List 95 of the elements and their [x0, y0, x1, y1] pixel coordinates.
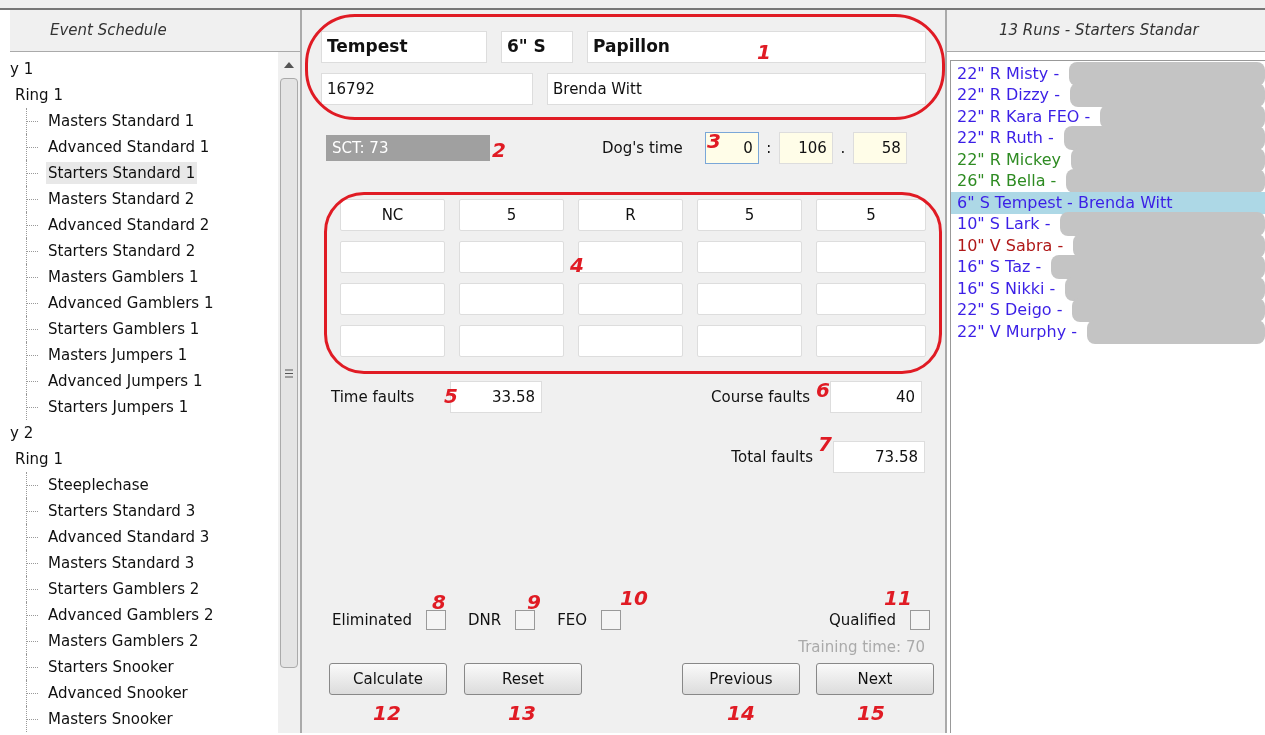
fault-cell[interactable]: [459, 241, 564, 273]
callout-number: 2: [492, 140, 506, 160]
seconds-field[interactable]: 106: [778, 132, 833, 164]
tree-item[interactable]: Advanced Standard 3: [46, 525, 212, 549]
panel-header: 13 Runs - Starters Standar: [947, 10, 1265, 52]
callout-number: 7: [818, 434, 832, 454]
tree-item[interactable]: Advanced Gamblers 2: [46, 603, 216, 627]
tree-item[interactable]: Starters Standard 2: [46, 239, 198, 263]
tree-item[interactable]: Advanced Standard 2: [46, 213, 212, 237]
tree-item[interactable]: Starters Standard 1: [46, 161, 198, 185]
sct-bar: SCT: 73: [326, 135, 490, 161]
separator: :: [765, 137, 773, 159]
fault-cell[interactable]: [340, 325, 445, 357]
scroll-up-icon[interactable]: [284, 62, 294, 68]
callout-number: 6: [816, 380, 830, 400]
tree-item[interactable]: Masters Standard 3: [46, 551, 197, 575]
tree-item[interactable]: Starters Standard 3: [46, 499, 198, 523]
callout-number: 4: [570, 255, 584, 275]
callout-number: 9: [527, 592, 541, 612]
field-label: Total faults: [731, 446, 813, 468]
tree-item[interactable]: Starters Gamblers 1: [46, 317, 202, 341]
fault-cell[interactable]: [697, 241, 802, 273]
tree-item[interactable]: Masters Standard 2: [46, 187, 197, 211]
fault-cell[interactable]: [459, 325, 564, 357]
selected-row[interactable]: 6" S Tempest - Brenda Witt: [951, 192, 1265, 214]
field-label: Time faults: [331, 386, 416, 408]
scrollbar[interactable]: [278, 52, 300, 733]
tree-item[interactable]: Masters Snooker: [46, 707, 175, 731]
fault-cell[interactable]: [459, 283, 564, 315]
fault-cell[interactable]: R: [578, 199, 683, 231]
field-label: Course faults: [711, 386, 810, 408]
fault-cell[interactable]: [816, 241, 926, 273]
dog-name-field[interactable]: Tempest: [321, 31, 487, 63]
checkbox-label: FEO: [557, 610, 588, 631]
fault-cell[interactable]: [578, 283, 683, 315]
fault-cell[interactable]: 5: [697, 199, 802, 231]
tree-item[interactable]: Steeplechase: [46, 473, 151, 497]
separator: .: [839, 137, 847, 159]
grip-icon: [285, 368, 293, 378]
tree-item[interactable]: Advanced Gamblers 1: [46, 291, 216, 315]
action-button[interactable]: Previous: [682, 663, 800, 695]
callout-number: 12: [373, 703, 401, 723]
tree-item[interactable]: Starters Jumpers 1: [46, 395, 191, 419]
tree-item[interactable]: Ring 1: [15, 447, 63, 471]
callout-number: 13: [508, 703, 536, 723]
height-class-field[interactable]: 6" S: [501, 31, 573, 63]
panel-header: Event Schedule: [10, 10, 300, 52]
tree-item[interactable]: Starters Snooker: [46, 655, 176, 679]
tree-item[interactable]: Starters Gamblers 2: [46, 577, 202, 601]
number-field[interactable]: 16792: [321, 73, 533, 105]
callout-number: 1: [757, 42, 771, 62]
tree-item[interactable]: Masters Gamblers 1: [46, 265, 201, 289]
action-button[interactable]: Reset: [464, 663, 582, 695]
fault-cell[interactable]: [697, 283, 802, 315]
checkbox[interactable]: [425, 610, 446, 631]
fault-cell[interactable]: 5: [816, 199, 926, 231]
run-entry[interactable]: 22" R Misty -: [951, 61, 1060, 86]
action-button[interactable]: Next: [816, 663, 934, 695]
fault-cell[interactable]: [816, 283, 926, 315]
fault-cell[interactable]: NC: [340, 199, 445, 231]
fault-cell[interactable]: [340, 241, 445, 273]
tree-item[interactable]: y 2: [10, 421, 34, 445]
callout-number: 8: [432, 592, 446, 612]
callout-number: 15: [857, 703, 885, 723]
tree-item[interactable]: Advanced Jumpers 1: [46, 369, 205, 393]
fault-cell[interactable]: [697, 325, 802, 357]
tree-item[interactable]: Masters Standard 1: [46, 109, 197, 133]
fault-cell[interactable]: [816, 325, 926, 357]
tree-item[interactable]: Advanced Standard 1: [46, 135, 212, 159]
checkbox[interactable]: [910, 610, 930, 631]
callout-number: 14: [727, 703, 755, 723]
fault-cell[interactable]: 5: [459, 199, 564, 231]
checkbox-label: Qualified: [828, 610, 896, 631]
handler-field[interactable]: Brenda Witt: [547, 73, 926, 105]
fault-cell[interactable]: [578, 325, 683, 357]
checkbox[interactable]: [515, 610, 536, 631]
hundredths-field[interactable]: 58: [852, 132, 907, 164]
action-button[interactable]: Calculate: [329, 663, 447, 695]
tree-item[interactable]: Masters Gamblers 2: [46, 629, 201, 653]
total-faults-field[interactable]: 73.58: [833, 441, 925, 473]
fault-cell[interactable]: [340, 283, 445, 315]
tree-item[interactable]: Advanced Snooker: [46, 681, 190, 705]
callout-number: 10: [620, 588, 648, 608]
tree-item[interactable]: y 1: [10, 57, 34, 81]
training-time: Training time: 70: [798, 636, 925, 658]
tree-item[interactable]: Masters Jumpers 1: [46, 343, 190, 367]
callout-number: 3: [707, 131, 721, 151]
checkbox[interactable]: [601, 610, 622, 631]
course-faults-field[interactable]: 40: [830, 381, 922, 413]
scroll-thumb[interactable]: [280, 78, 298, 668]
checkbox-label: DNR: [467, 610, 502, 631]
callout-number: 11: [884, 588, 912, 608]
checkbox-label: Eliminated: [332, 610, 412, 631]
field-label: Dog's time: [602, 137, 683, 159]
tree-item[interactable]: Ring 1: [15, 83, 63, 107]
